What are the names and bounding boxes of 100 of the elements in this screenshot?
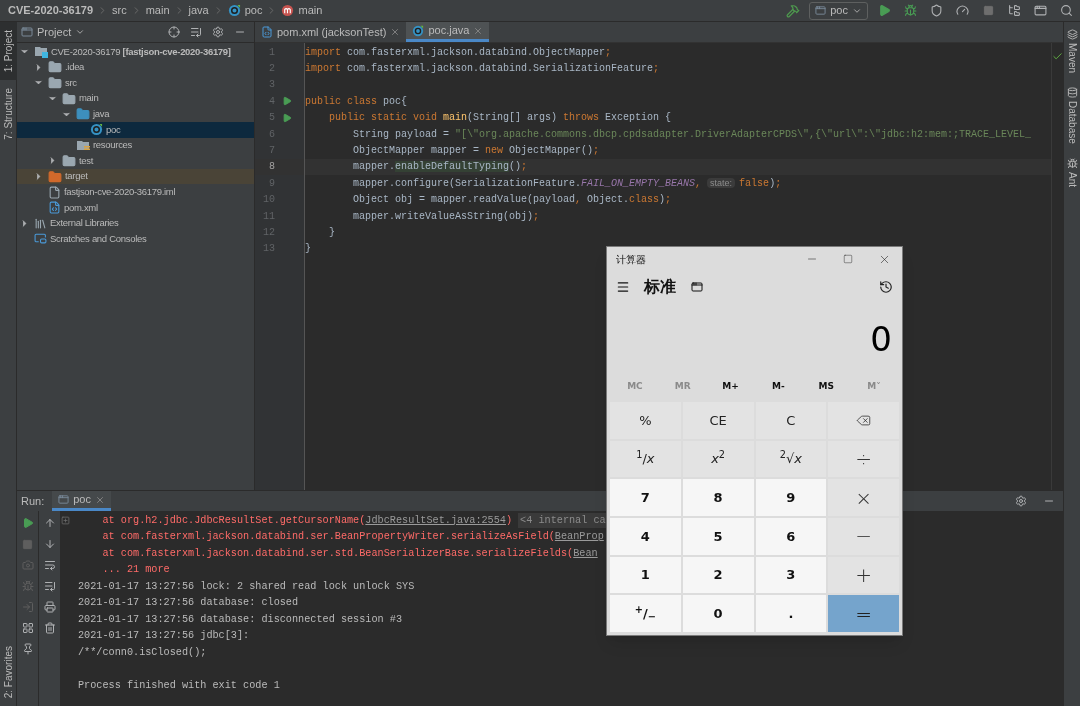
breadcrumb-item[interactable]: src [112, 2, 127, 19]
tree-item[interactable]: resources [17, 137, 254, 154]
collapse-all-icon [190, 26, 202, 38]
console-line: Process finished with exit code 1 [78, 678, 280, 693]
tree-item[interactable]: main [17, 90, 254, 107]
tool-window-tab[interactable]: 2: Favorites [0, 637, 17, 706]
calculator-key[interactable]: $^{2}$√x [755, 440, 827, 478]
view-dropdown[interactable]: Project [21, 23, 86, 41]
tool-window-tab[interactable]: Maven [1064, 22, 1080, 80]
breadcrumb-item[interactable]: java [188, 2, 209, 19]
editor-tab[interactable]: poc.java [406, 22, 490, 42]
tree-item[interactable]: poc [17, 121, 254, 138]
calculator-key[interactable]: 6 [755, 518, 827, 555]
calculator-key[interactable]: 8 [682, 479, 754, 516]
calculator-key[interactable]: 2 [682, 556, 754, 594]
folder-icon [62, 153, 76, 168]
calculator-key[interactable]: $^{+}$/$_{−}$ [610, 595, 681, 632]
tree-item[interactable]: External Libraries [17, 215, 254, 232]
calculator-key[interactable]: 7 [610, 479, 681, 516]
bug-icon [21, 580, 34, 592]
memory-button[interactable]: MS [802, 380, 851, 394]
tree-item[interactable]: .idea [17, 59, 254, 76]
settings-icon [1015, 495, 1027, 507]
keep-on-top-button[interactable] [690, 280, 704, 294]
layers-icon [1066, 29, 1078, 40]
bug-icon [903, 4, 917, 17]
file-link[interactable]: Bean [573, 545, 598, 561]
console-line: 2021-01-17 13:27:56 jdbc[3]: [78, 629, 250, 644]
tree-item[interactable]: fastjson-cve-2020-36179.iml [17, 184, 254, 200]
menu-button[interactable] [616, 280, 630, 294]
play-icon [21, 517, 34, 529]
calculator-key[interactable]: CE [682, 402, 754, 439]
tool-window-tab[interactable]: Database [1064, 80, 1080, 151]
calculator-key[interactable]: $^{1}$/x [610, 440, 681, 478]
calculator-key[interactable]: ÷ [828, 440, 899, 478]
calculator-key[interactable]: + [828, 556, 899, 594]
run-gutter-icon[interactable] [282, 112, 292, 123]
calculator-key[interactable]: 4 [610, 518, 681, 555]
arrow-down-icon [43, 538, 56, 550]
class-icon [412, 24, 425, 37]
breadcrumb-item[interactable]: poc [244, 2, 263, 19]
close-icon[interactable] [95, 494, 105, 505]
calculator-key[interactable]: 3 [755, 556, 827, 594]
tree-item[interactable]: pom.xml [17, 199, 254, 216]
window-icon [1033, 4, 1047, 17]
file-link[interactable]: BeanProp [554, 529, 604, 545]
tree-label: target [65, 169, 88, 184]
close-icon[interactable] [473, 25, 484, 36]
history-icon [879, 280, 893, 294]
calculator-key[interactable]: 0 [682, 595, 754, 632]
layout-icon [21, 622, 34, 634]
close-icon[interactable] [390, 27, 401, 37]
tree-label: java [93, 107, 110, 122]
calculator-key[interactable]: 1 [610, 556, 681, 594]
tool-window-tab[interactable]: 7: Structure [0, 80, 17, 148]
editor-tab[interactable]: pom.xml (jacksonTest) [255, 22, 407, 42]
tree-item[interactable]: src [17, 75, 254, 91]
tree-item[interactable]: Scratches and Consoles [17, 231, 254, 247]
expand-icon[interactable] [61, 515, 70, 525]
console-line: ... 21 more [101, 563, 170, 578]
tree-item[interactable]: java [17, 106, 254, 122]
backspace-icon [856, 412, 872, 428]
memory-button[interactable]: M+ [706, 380, 755, 394]
run-gutter-icon[interactable] [282, 96, 292, 107]
calculator-key[interactable]: C [755, 402, 827, 439]
breadcrumb-item[interactable]: CVE-2020-36179 [8, 2, 93, 19]
code-line: public static void main(String[] args) throws Exception { [328, 111, 672, 126]
maven-file-icon [48, 201, 61, 215]
breadcrumb-item[interactable]: main [298, 2, 323, 19]
tree-label: CVE-2020-36179 [fastjson-cve-2020-36179] [51, 44, 231, 59]
tree-item[interactable]: CVE-2020-36179 [fastjson-cve-2020-36179] [17, 44, 254, 60]
method-icon [281, 4, 295, 17]
run-configuration-dropdown[interactable]: poc [809, 1, 868, 20]
file-link[interactable]: JdbcResultSet.java:2554 [365, 512, 506, 528]
calculator-key[interactable]: − [828, 518, 899, 555]
calculator-key[interactable]: 5 [682, 518, 754, 555]
calculator-key[interactable]: × [828, 479, 899, 516]
console-line: /**/conn0.isClosed(); [78, 645, 207, 660]
calculator-key[interactable]: = [828, 595, 899, 632]
code-line: import com.fasterxml.jackson.databind.ObjectMapper; [305, 45, 612, 60]
memory-button[interactable]: M- [754, 380, 803, 394]
hammer-icon [786, 3, 801, 18]
run-tab[interactable]: poc [52, 491, 111, 511]
code-line: } [305, 242, 311, 257]
trash-icon [43, 622, 56, 634]
calculator-key[interactable]: . [755, 595, 827, 632]
calculator-key[interactable]: 9 [755, 479, 827, 516]
breadcrumb-item[interactable]: main [145, 2, 170, 19]
tool-window-tab[interactable]: Ant [1064, 150, 1080, 194]
calculator-key[interactable]: % [610, 402, 681, 439]
console-line: 2021-01-17 13:27:56 database: disconnected session #3 [78, 612, 402, 627]
calculator-key[interactable]: x$^{2}$ [682, 440, 754, 478]
tree-item[interactable]: test [17, 153, 254, 169]
class-icon [227, 4, 241, 17]
code-line: String payload = "[\"org.apache.commons.dbcp.cpdsadapter.DriverAdapterCPDS\",{\"url\":\"jdbc:h2:mem:;TRACE_LEVEL_ [352, 127, 1032, 142]
tool-window-tab[interactable]: 1: Project [0, 22, 17, 81]
line-number: 8 [268, 160, 275, 175]
tree-item[interactable]: target [17, 168, 254, 185]
code-line: import com.fasterxml.jackson.databind.SerializationFeature; [305, 62, 660, 77]
history-button[interactable] [879, 280, 893, 294]
